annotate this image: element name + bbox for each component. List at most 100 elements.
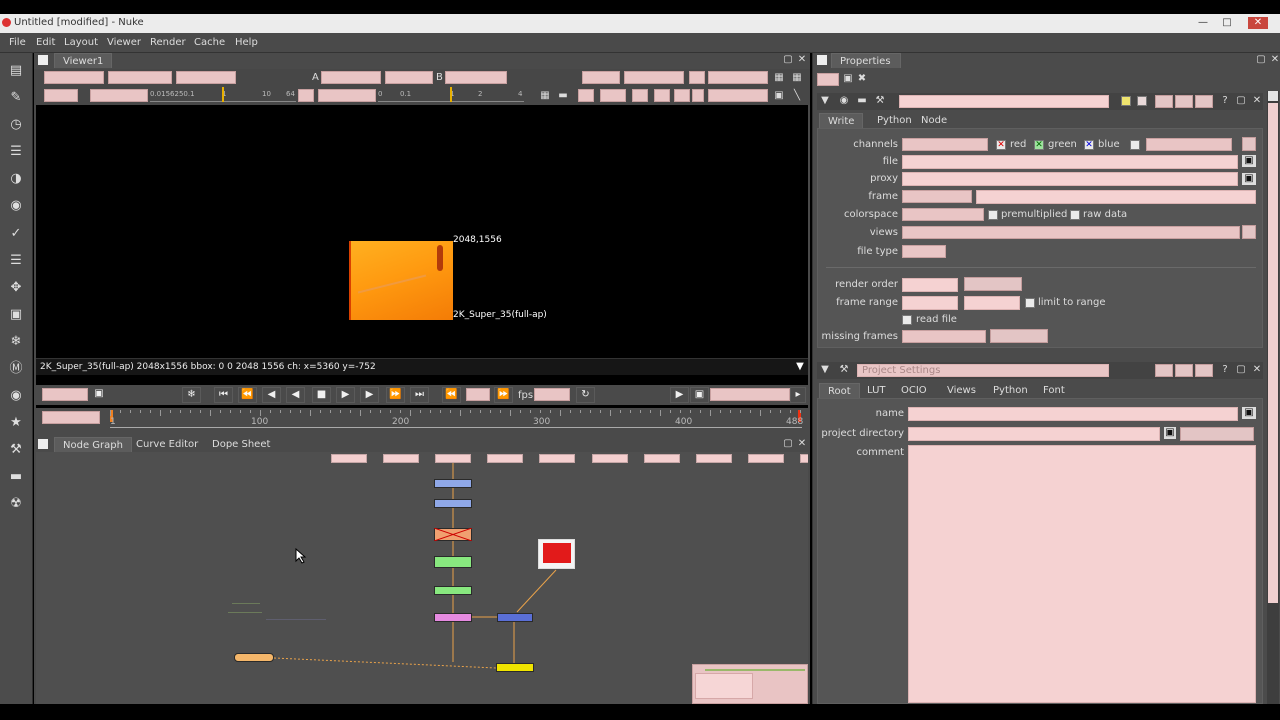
- grid-icon[interactable]: ▦: [790, 71, 804, 85]
- gain-field[interactable]: [44, 89, 78, 102]
- menu-help[interactable]: Help: [235, 37, 258, 48]
- write-close-icon[interactable]: ✕: [1251, 94, 1263, 108]
- tab-root[interactable]: Root: [819, 383, 860, 398]
- nodegraph-panel-menu-icon[interactable]: [38, 439, 48, 449]
- tab-font[interactable]: Font: [1035, 383, 1073, 398]
- tab-dope-sheet[interactable]: Dope Sheet: [204, 437, 278, 452]
- redo-button[interactable]: [1175, 95, 1193, 108]
- frame-range-end-field[interactable]: [964, 296, 1020, 310]
- collapse-write-icon[interactable]: ▼: [819, 94, 831, 108]
- center-node-icon[interactable]: ▬: [855, 94, 869, 108]
- limit-to-range-checkbox[interactable]: [1025, 298, 1035, 308]
- keyer-node[interactable]: [434, 556, 472, 568]
- metadata-tools-icon[interactable]: ★: [6, 413, 26, 433]
- tab-curve-editor[interactable]: Curve Editor: [128, 437, 206, 452]
- timeline-ruler[interactable]: 1 100 200 300 400 488: [110, 410, 803, 428]
- input-a-dropdown[interactable]: [321, 71, 381, 84]
- alpha-channel-dropdown[interactable]: [1146, 138, 1232, 151]
- wipe-mode-dropdown[interactable]: [385, 71, 433, 84]
- script-directory-button[interactable]: [1180, 427, 1254, 441]
- read-file-checkbox[interactable]: [902, 315, 912, 325]
- display-channel-dropdown[interactable]: [108, 71, 172, 84]
- timeline[interactable]: 1 100 200 300 400 488: [34, 408, 810, 430]
- tab-write[interactable]: Write: [819, 113, 864, 128]
- project-revert-button[interactable]: [1195, 364, 1213, 377]
- status-expand-icon[interactable]: ▼: [794, 360, 806, 374]
- tab-project-python[interactable]: Python: [985, 383, 1036, 398]
- clip-warning-icon[interactable]: ▦: [538, 89, 552, 103]
- frame-range-start-field[interactable]: [902, 296, 958, 310]
- properties-float-icon[interactable]: ▢: [1255, 53, 1267, 67]
- wipe-icon[interactable]: ╲: [790, 89, 804, 103]
- channel-set-dropdown[interactable]: [44, 71, 104, 84]
- mask-toggle[interactable]: [632, 89, 648, 102]
- menu-layout[interactable]: Layout: [64, 37, 98, 48]
- colorspace-dropdown[interactable]: [176, 71, 236, 84]
- 3d-tools-icon[interactable]: ▣: [6, 305, 26, 325]
- project-undo-button[interactable]: [1155, 364, 1173, 377]
- play-backward-button[interactable]: ◀: [286, 387, 305, 403]
- nodegraph-canvas[interactable]: [36, 452, 808, 704]
- proxy-field[interactable]: [902, 172, 1238, 186]
- node-font-swatch[interactable]: [1137, 96, 1147, 106]
- filter-tools-icon[interactable]: ◉: [6, 196, 26, 216]
- file-browse-icon[interactable]: ▣: [1242, 155, 1256, 167]
- menu-viewer[interactable]: Viewer: [107, 37, 141, 48]
- project-directory-field[interactable]: [908, 427, 1160, 441]
- play-forward-button[interactable]: ▶: [336, 387, 355, 403]
- missing-frames-dropdown[interactable]: [902, 330, 986, 343]
- gain-slider-handle[interactable]: [222, 87, 224, 102]
- write-node-name-field[interactable]: [899, 95, 1109, 108]
- current-frame-field[interactable]: [42, 388, 88, 401]
- properties-lock-icon[interactable]: ▣: [841, 72, 855, 86]
- file-field[interactable]: [902, 155, 1238, 169]
- menu-edit[interactable]: Edit: [36, 37, 55, 48]
- tab-ocio[interactable]: OCIO: [893, 383, 935, 398]
- frame-expression-field[interactable]: [976, 190, 1256, 204]
- gamma-slider[interactable]: 0 0.1 1 2 4: [378, 87, 524, 102]
- alpha-checkbox[interactable]: [1130, 140, 1140, 150]
- grade-node[interactable]: [434, 499, 472, 508]
- render-button[interactable]: [964, 277, 1022, 291]
- roi-toggle[interactable]: [689, 71, 705, 84]
- menu-file[interactable]: File: [9, 37, 26, 48]
- deep-tools-icon[interactable]: Ⓜ: [6, 359, 26, 379]
- project-name-field[interactable]: [908, 407, 1238, 421]
- scrollbar-up-icon[interactable]: [1268, 91, 1278, 101]
- view-node-icon[interactable]: ◉: [837, 94, 851, 108]
- loop-mode-button[interactable]: ↻: [576, 387, 595, 403]
- project-settings-icon[interactable]: ⚒: [837, 363, 851, 377]
- image-tools-icon[interactable]: ▤: [6, 61, 26, 81]
- scrollbar-thumb[interactable]: [1268, 103, 1278, 603]
- blue-checkbox[interactable]: ✕: [1084, 140, 1094, 150]
- time-tools-icon[interactable]: ◷: [6, 115, 26, 135]
- prev-frame-button[interactable]: ◀: [262, 387, 281, 403]
- transform-node[interactable]: [434, 613, 472, 622]
- project-redo-button[interactable]: [1175, 364, 1193, 377]
- disabled-node[interactable]: [434, 528, 472, 541]
- close-panel-icon[interactable]: ✕: [796, 53, 808, 67]
- gamma-slider-handle[interactable]: [450, 87, 452, 102]
- reload-button[interactable]: [990, 329, 1048, 343]
- minimize-icon[interactable]: —: [1196, 17, 1210, 29]
- views-dropdown[interactable]: [902, 226, 1240, 239]
- frame-mode-dropdown[interactable]: [902, 190, 972, 203]
- channel-tools-icon[interactable]: ☰: [6, 142, 26, 162]
- frame-lock-icon[interactable]: ▣: [92, 387, 106, 401]
- file-type-dropdown[interactable]: [902, 245, 946, 258]
- close-icon[interactable]: ✕: [1248, 17, 1268, 29]
- tab-views[interactable]: Views: [939, 383, 984, 398]
- fstop-field[interactable]: [90, 89, 148, 102]
- collapse-project-icon[interactable]: ▼: [819, 363, 831, 377]
- navigator-viewport[interactable]: [695, 673, 753, 699]
- maximize-icon[interactable]: □: [1220, 17, 1234, 29]
- gamma-toggle[interactable]: [298, 89, 314, 102]
- keyer-tools-icon[interactable]: ✓: [6, 224, 26, 244]
- properties-close-icon[interactable]: ✕: [1269, 53, 1280, 67]
- color-tools-icon[interactable]: ◑: [6, 169, 26, 189]
- skip-forward-button[interactable]: ⏩: [494, 387, 513, 403]
- furnace-tools-icon[interactable]: ☢: [6, 494, 26, 514]
- tab-write-node[interactable]: Node: [913, 113, 955, 128]
- red-checkbox[interactable]: ✕: [996, 140, 1006, 150]
- write-float-icon[interactable]: ▢: [1235, 94, 1247, 108]
